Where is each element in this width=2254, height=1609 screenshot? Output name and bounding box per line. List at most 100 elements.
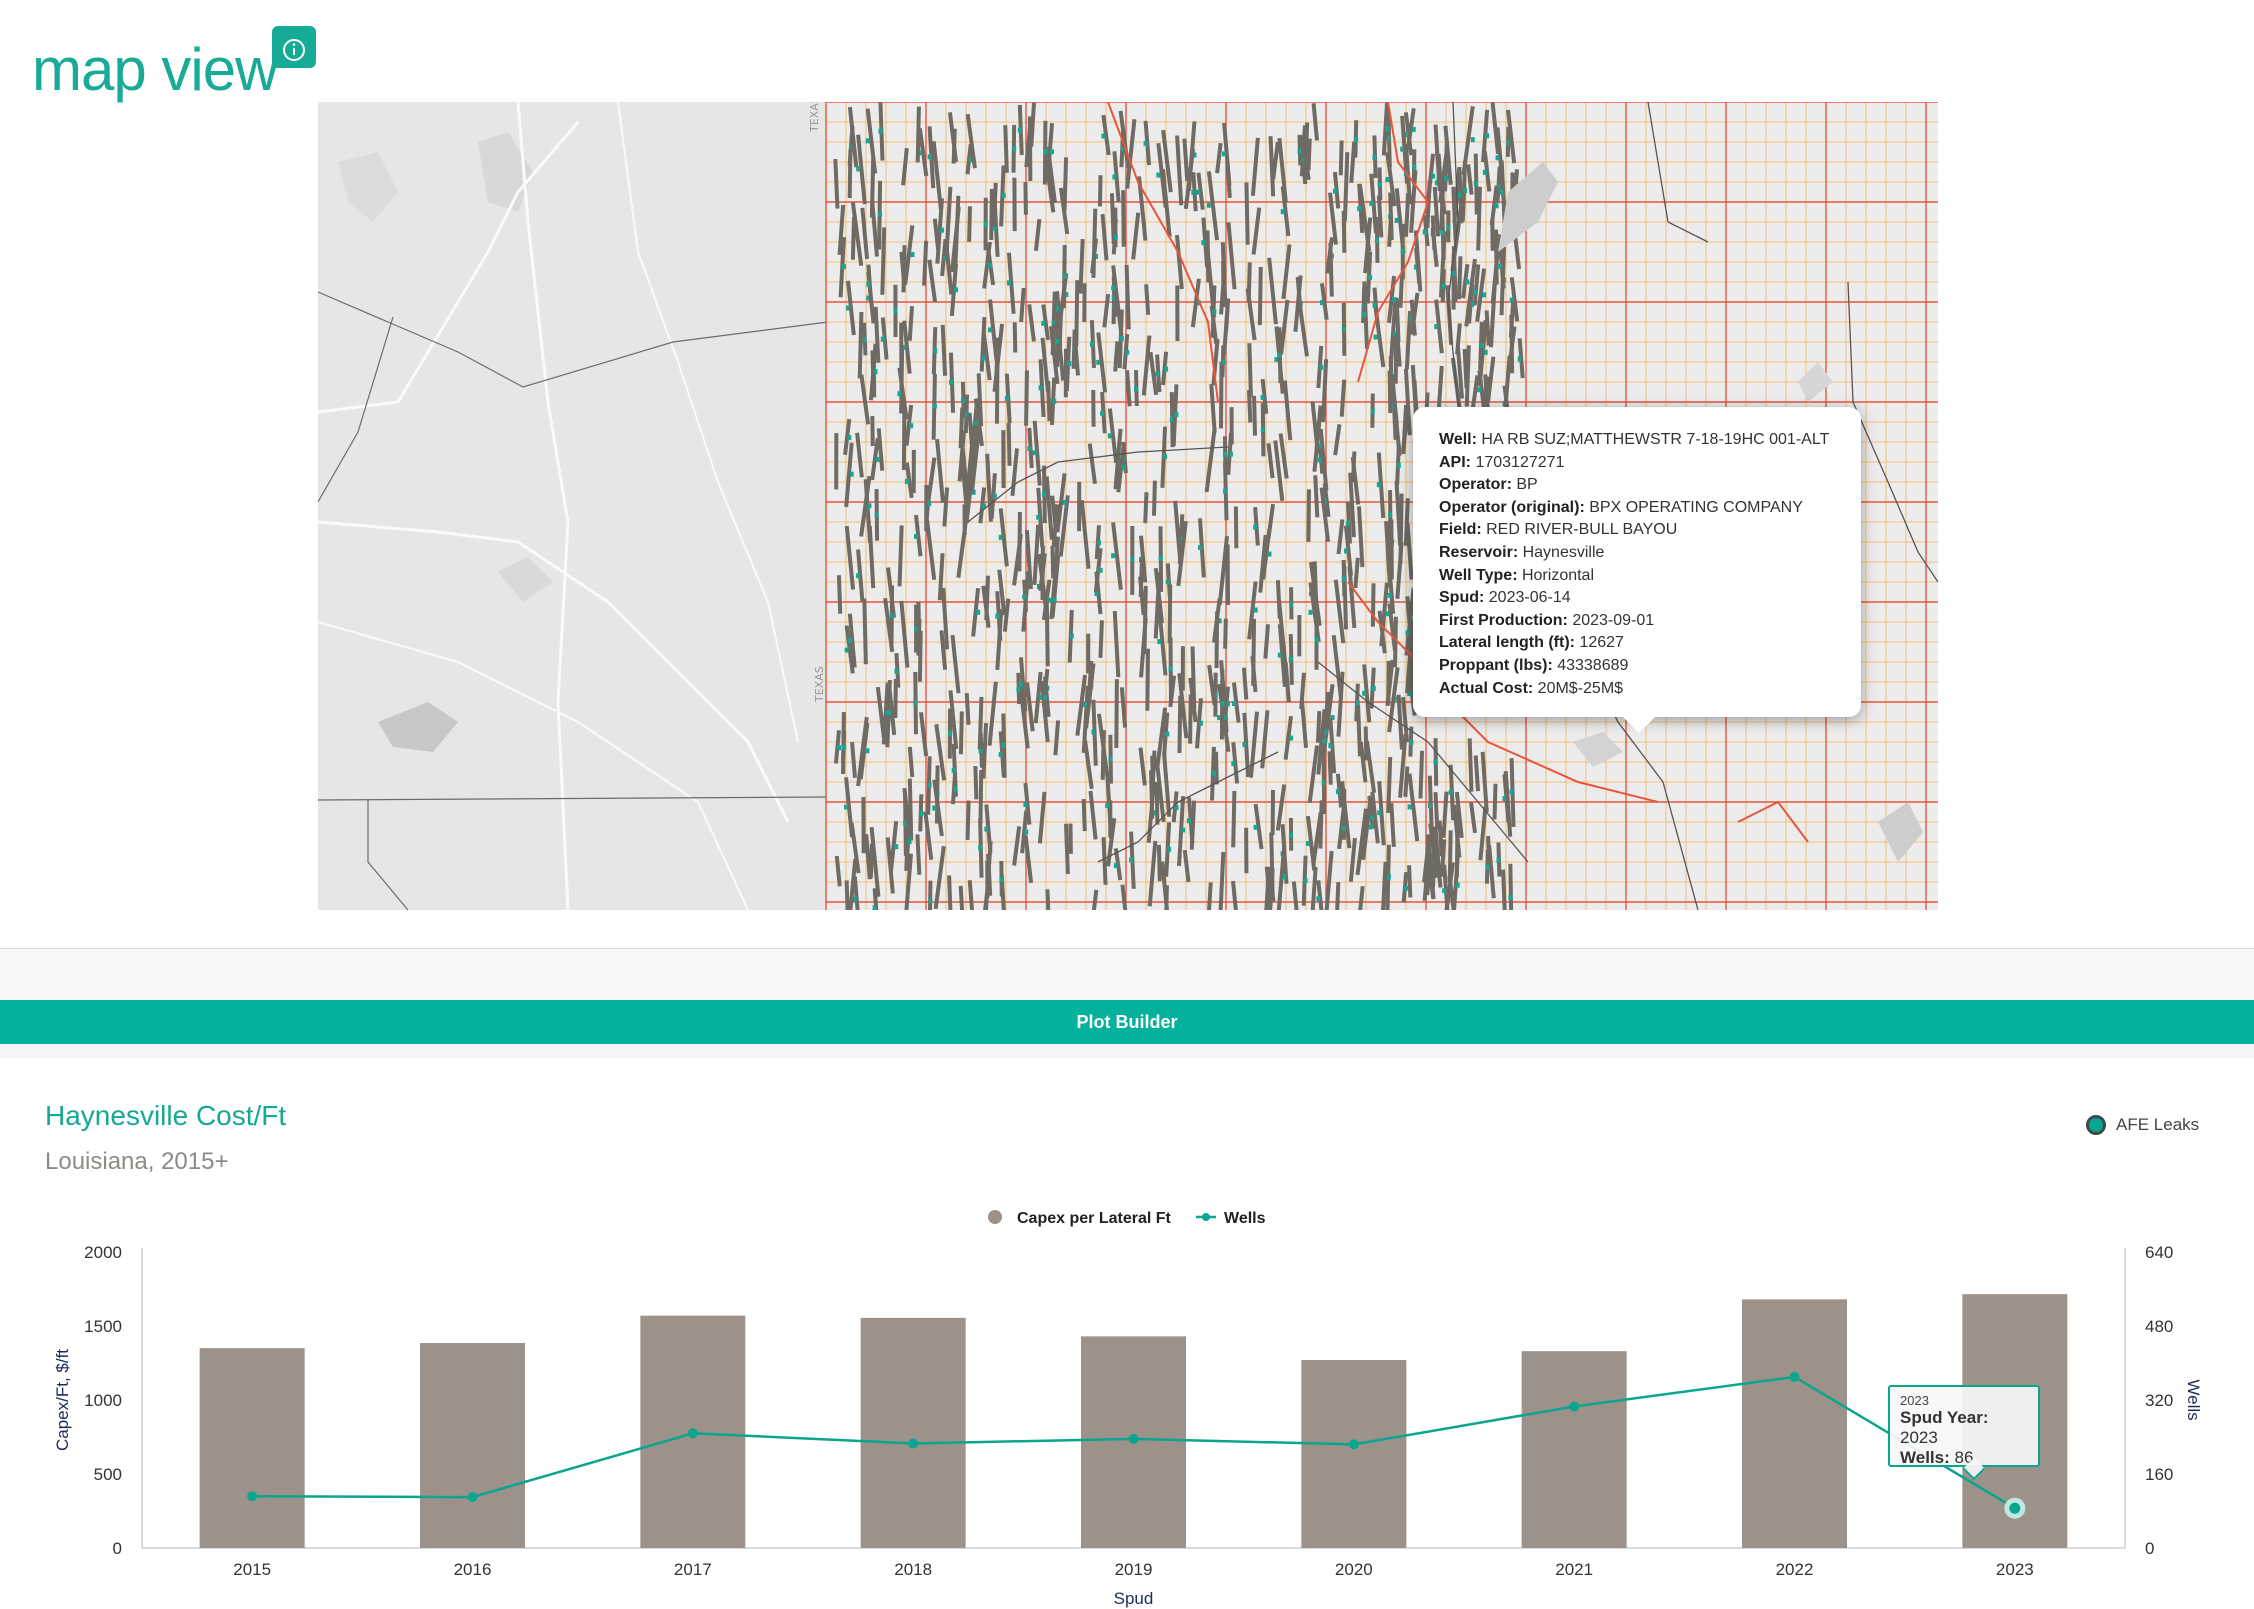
wells-point[interactable] [908, 1438, 919, 1449]
well-marker[interactable] [1068, 823, 1073, 854]
well-marker-accent [1319, 364, 1324, 370]
wells-point[interactable] [687, 1428, 698, 1439]
well-marker[interactable] [911, 449, 916, 494]
well-marker[interactable] [1244, 827, 1249, 874]
well-marker[interactable] [1270, 789, 1275, 836]
well-marker[interactable] [870, 416, 875, 447]
well-marker-accent [1041, 320, 1046, 326]
well-marker-accent [984, 826, 989, 832]
well-marker-accent [1409, 740, 1414, 746]
well-marker[interactable] [1145, 648, 1150, 711]
wells-point[interactable] [1789, 1371, 1800, 1382]
well-marker[interactable] [1097, 175, 1103, 207]
chart-legend[interactable]: Capex per Lateral Ft Wells [988, 1210, 1266, 1227]
y2-tick-label: 320 [2145, 1391, 2173, 1410]
well-marker[interactable] [1306, 489, 1311, 542]
well-marker[interactable] [1233, 506, 1239, 549]
well-marker[interactable] [1387, 370, 1393, 414]
well-marker[interactable] [1175, 285, 1180, 341]
popup-row-value: 2023-09-01 [1567, 611, 1655, 629]
well-marker[interactable] [1494, 229, 1499, 285]
well-marker[interactable] [1001, 430, 1006, 489]
well-marker-accent [1317, 457, 1322, 463]
well-marker-accent [1055, 338, 1060, 344]
well-marker[interactable] [1082, 283, 1087, 322]
well-marker[interactable] [1012, 322, 1018, 353]
well-marker[interactable] [994, 365, 1000, 424]
well-marker-accent [976, 609, 981, 615]
well-marker-accent [849, 471, 854, 477]
chart-tooltip: 2023 Spud Year: 2023 Wells: 86 [1888, 1385, 2040, 1481]
well-marker-accent [933, 348, 938, 354]
well-marker-accent [1354, 136, 1359, 142]
wells-point[interactable] [1128, 1433, 1139, 1444]
wells-point[interactable] [467, 1492, 478, 1503]
bar[interactable] [860, 1317, 966, 1548]
well-marker-accent [982, 355, 987, 361]
well-marker[interactable] [1114, 679, 1119, 748]
info-button[interactable] [272, 26, 316, 68]
popup-row: Actual Cost: 20M$-25M$ [1439, 678, 1835, 701]
well-marker-accent [846, 305, 851, 311]
well-marker[interactable] [834, 433, 839, 490]
well-marker[interactable] [1229, 407, 1234, 445]
bar-series[interactable] [199, 1294, 2068, 1548]
well-marker-accent [1355, 700, 1360, 706]
well-marker[interactable] [1086, 633, 1091, 674]
well-marker-accent [1288, 656, 1293, 662]
well-marker[interactable] [1023, 182, 1028, 215]
well-marker-accent [1385, 177, 1390, 183]
well-marker-accent [867, 503, 872, 509]
well-marker[interactable] [1454, 809, 1460, 878]
wells-point[interactable] [2004, 1497, 2026, 1519]
y-tick-label: 0 [113, 1539, 122, 1558]
bar[interactable] [1301, 1360, 1407, 1548]
wells-point[interactable] [1348, 1439, 1359, 1450]
bar[interactable] [199, 1348, 305, 1548]
well-marker[interactable] [861, 797, 866, 854]
well-marker[interactable] [1091, 389, 1096, 427]
well-marker[interactable] [893, 678, 898, 719]
well-marker-accent [1341, 825, 1346, 831]
well-marker-accent [1022, 594, 1027, 600]
well-marker[interactable] [1370, 583, 1376, 627]
well-marker-accent [1431, 173, 1436, 179]
bar[interactable] [1521, 1351, 1627, 1548]
well-marker-accent [1305, 840, 1310, 846]
well-marker-accent [1032, 450, 1037, 456]
well-marker[interactable] [1012, 177, 1017, 232]
well-marker-accent [1050, 149, 1055, 155]
well-marker[interactable] [1223, 618, 1228, 649]
well-marker-accent [1498, 264, 1503, 270]
well-marker-accent [1494, 203, 1499, 209]
well-marker-accent [998, 534, 1003, 540]
well-marker[interactable] [1154, 781, 1160, 825]
well-marker-accent [1105, 802, 1110, 808]
well-marker-accent [1212, 308, 1217, 314]
afe-leaks-legend[interactable]: AFE Leaks [2086, 1110, 2199, 1140]
well-marker[interactable] [1156, 844, 1162, 882]
well-marker[interactable] [1077, 481, 1082, 532]
well-marker-accent [988, 327, 993, 333]
well-marker[interactable] [1050, 546, 1056, 579]
x-tick-label: 2018 [894, 1560, 932, 1579]
well-marker[interactable] [1121, 190, 1126, 247]
well-marker-accent [1376, 482, 1381, 488]
map-view[interactable]: TEXAS TEXAS Well: HA RB SUZ;MATTHEWSTR 7… [318, 102, 1938, 910]
plot-builder-bar[interactable]: Plot Builder [0, 1000, 2254, 1044]
well-marker[interactable] [1297, 614, 1302, 657]
well-marker-accent [1440, 230, 1445, 236]
well-marker-accent [1508, 894, 1513, 900]
popup-row-value: 1703127271 [1471, 453, 1565, 471]
bar[interactable] [420, 1343, 525, 1548]
bar[interactable] [1742, 1299, 1847, 1548]
well-marker-accent [847, 638, 852, 644]
x-axis-title: Spud [1114, 1589, 1154, 1608]
wells-point[interactable] [247, 1491, 258, 1502]
wells-point[interactable] [1569, 1401, 1580, 1412]
afe-leaks-label: AFE Leaks [2116, 1115, 2200, 1134]
well-marker[interactable] [1214, 611, 1220, 669]
well-marker[interactable] [927, 880, 933, 910]
well-marker[interactable] [1490, 218, 1495, 251]
chart-subtitle: Louisiana, 2015+ [45, 1148, 229, 1175]
